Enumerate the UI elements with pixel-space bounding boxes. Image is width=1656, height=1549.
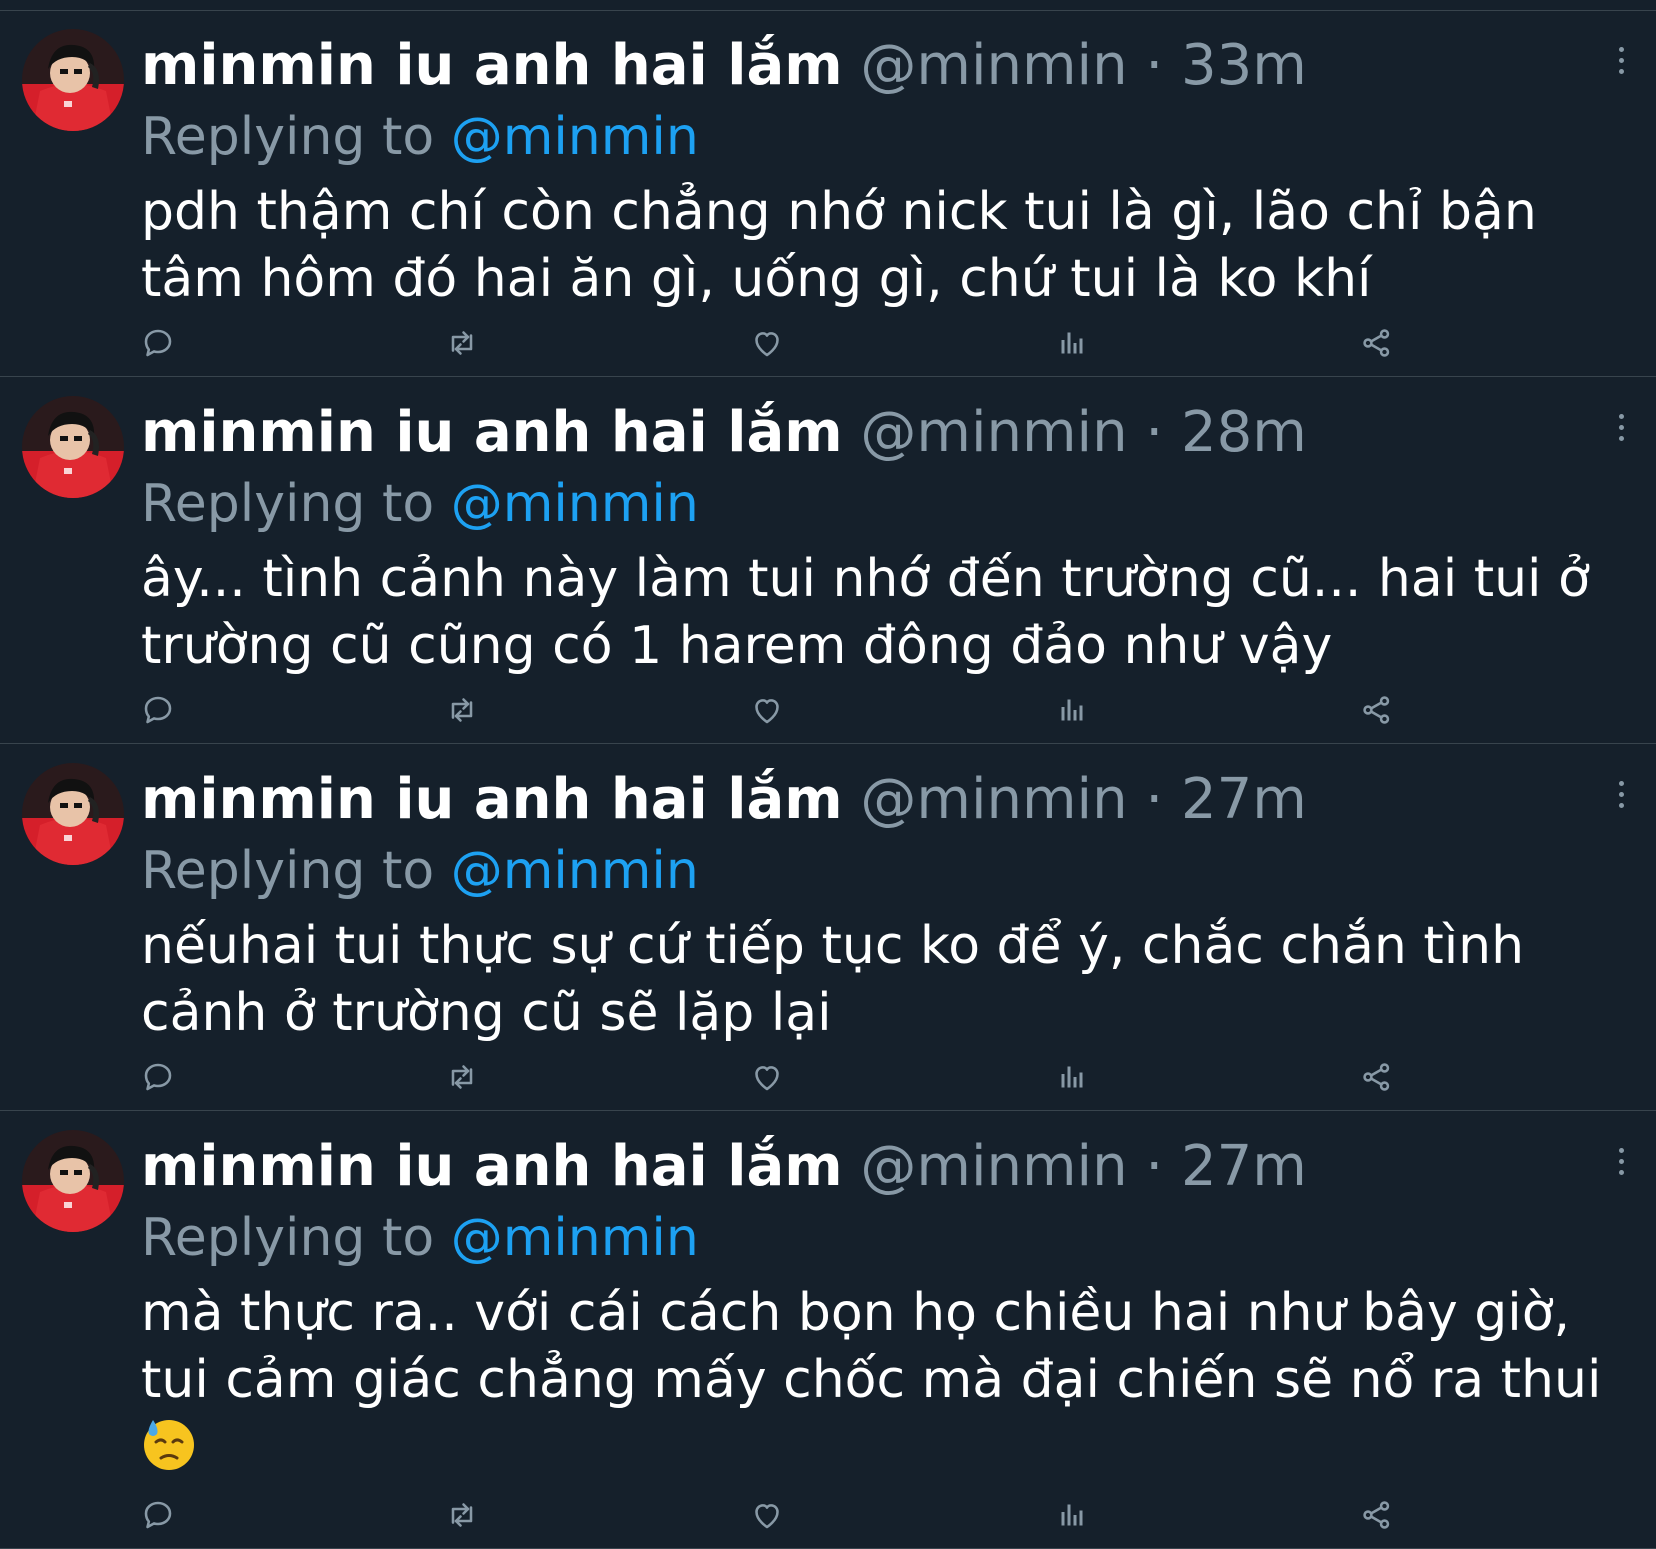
action-bar [140, 1497, 1400, 1533]
tweet-header: minmin iu anh hai lắm @minmin · 27m [141, 765, 1307, 835]
replying-to-line: Replying to @minmin [141, 471, 699, 537]
analytics-icon[interactable] [1054, 1059, 1090, 1095]
reply-icon[interactable] [140, 1059, 176, 1095]
display-name[interactable]: minmin iu anh hai lắm [141, 33, 843, 98]
avatar[interactable] [22, 396, 124, 498]
reply-icon[interactable] [140, 692, 176, 728]
tweet-text: mà thực ra.. với cái cách bọn họ chiều h… [141, 1280, 1611, 1481]
tweet-1[interactable]: minmin iu anh hai lắm @minmin · 33m Repl… [0, 11, 1656, 377]
replying-to-mention[interactable]: @minmin [451, 474, 699, 534]
replying-to-label: Replying to [141, 1208, 435, 1268]
timestamp[interactable]: 27m [1181, 767, 1307, 832]
tweet-text: pdh thậm chí còn chẳng nhớ nick tui là g… [141, 179, 1611, 313]
analytics-icon[interactable] [1054, 692, 1090, 728]
timestamp[interactable]: 27m [1181, 1134, 1307, 1199]
tweet-text: ây... tình cảnh này làm tui nhớ đến trườ… [141, 546, 1611, 680]
like-icon[interactable] [749, 1497, 785, 1533]
tweet-header: minmin iu anh hai lắm @minmin · 28m [141, 398, 1307, 468]
share-icon[interactable] [1359, 1497, 1395, 1533]
timestamp[interactable]: 33m [1181, 33, 1307, 98]
replying-to-mention[interactable]: @minmin [451, 107, 699, 167]
tweet-2[interactable]: minmin iu anh hai lắm @minmin · 28m Repl… [0, 378, 1656, 744]
retweet-icon[interactable] [444, 692, 480, 728]
retweet-icon[interactable] [444, 1059, 480, 1095]
separator-dot: · [1145, 1134, 1164, 1199]
reply-icon[interactable] [140, 325, 176, 361]
action-bar [140, 692, 1400, 728]
retweet-icon[interactable] [444, 1497, 480, 1533]
avatar[interactable] [22, 29, 124, 131]
action-bar [140, 325, 1400, 361]
user-handle[interactable]: @minmin [860, 33, 1127, 98]
share-icon[interactable] [1359, 325, 1395, 361]
share-icon[interactable] [1359, 692, 1395, 728]
tweet-header: minmin iu anh hai lắm @minmin · 27m [141, 1132, 1307, 1202]
replying-to-label: Replying to [141, 841, 435, 901]
more-icon[interactable] [1616, 781, 1626, 817]
like-icon[interactable] [749, 692, 785, 728]
replying-to-label: Replying to [141, 107, 435, 167]
user-handle[interactable]: @minmin [860, 1134, 1127, 1199]
separator-dot: · [1145, 33, 1164, 98]
replying-to-line: Replying to @minmin [141, 1205, 699, 1271]
tweet-4[interactable]: minmin iu anh hai lắm @minmin · 27m Repl… [0, 1112, 1656, 1549]
tweet-text-content: pdh thậm chí còn chẳng nhớ nick tui là g… [141, 182, 1537, 309]
separator-dot: · [1145, 400, 1164, 465]
display-name[interactable]: minmin iu anh hai lắm [141, 767, 843, 832]
replying-to-label: Replying to [141, 474, 435, 534]
user-handle[interactable]: @minmin [860, 400, 1127, 465]
display-name[interactable]: minmin iu anh hai lắm [141, 400, 843, 465]
replying-to-mention[interactable]: @minmin [451, 841, 699, 901]
share-icon[interactable] [1359, 1059, 1395, 1095]
avatar[interactable] [22, 763, 124, 865]
like-icon[interactable] [749, 325, 785, 361]
tweet-text: nếuhai tui thực sự cứ tiếp tục ko để ý, … [141, 913, 1611, 1047]
downcast-face-with-sweat-emoji [141, 1416, 197, 1472]
analytics-icon[interactable] [1054, 325, 1090, 361]
retweet-icon[interactable] [444, 325, 480, 361]
tweet-text-content: ây... tình cảnh này làm tui nhớ đến trườ… [141, 549, 1590, 676]
user-handle[interactable]: @minmin [860, 767, 1127, 832]
replying-to-mention[interactable]: @minmin [451, 1208, 699, 1268]
more-icon[interactable] [1616, 414, 1626, 450]
replying-to-line: Replying to @minmin [141, 838, 699, 904]
timestamp[interactable]: 28m [1181, 400, 1307, 465]
reply-icon[interactable] [140, 1497, 176, 1533]
tweet-text-content: mà thực ra.. với cái cách bọn họ chiều h… [141, 1283, 1602, 1410]
tweet-3[interactable]: minmin iu anh hai lắm @minmin · 27m Repl… [0, 745, 1656, 1111]
tweet-header: minmin iu anh hai lắm @minmin · 33m [141, 31, 1307, 101]
more-icon[interactable] [1616, 1148, 1626, 1184]
avatar[interactable] [22, 1130, 124, 1232]
action-bar [140, 1059, 1400, 1095]
tweet-text-content: nếuhai tui thực sự cứ tiếp tục ko để ý, … [141, 916, 1525, 1043]
more-icon[interactable] [1616, 47, 1626, 83]
display-name[interactable]: minmin iu anh hai lắm [141, 1134, 843, 1199]
separator-dot: · [1145, 767, 1164, 832]
analytics-icon[interactable] [1054, 1497, 1090, 1533]
like-icon[interactable] [749, 1059, 785, 1095]
replying-to-line: Replying to @minmin [141, 104, 699, 170]
